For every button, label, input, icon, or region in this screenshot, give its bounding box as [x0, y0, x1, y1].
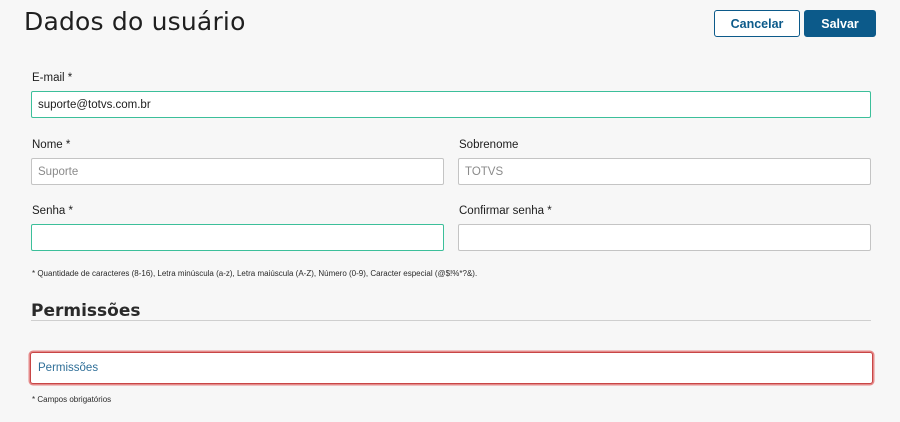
last-name-field[interactable]	[458, 158, 871, 185]
section-divider	[31, 320, 871, 321]
required-fields-note: * Campos obrigatórios	[32, 395, 112, 404]
permissions-field-label: Permissões	[38, 362, 99, 374]
save-button[interactable]: Salvar	[804, 10, 876, 37]
first-name-label: Nome *	[32, 139, 71, 151]
password-requirements-hint: * Quantidade de caracteres (8-16), Letra…	[32, 269, 478, 278]
confirm-password-label: Confirmar senha *	[459, 205, 552, 217]
first-name-field[interactable]	[31, 158, 444, 185]
password-field[interactable]	[31, 224, 444, 251]
last-name-label: Sobrenome	[459, 139, 519, 151]
user-data-page: Dados do usuário Cancelar Salvar E-mail …	[0, 0, 900, 422]
permissions-section-title: Permissões	[31, 301, 141, 321]
email-label: E-mail *	[32, 72, 73, 84]
confirm-password-field[interactable]	[458, 224, 871, 251]
permissions-field[interactable]: Permissões	[30, 352, 873, 384]
password-label: Senha *	[32, 205, 73, 217]
cancel-button[interactable]: Cancelar	[714, 10, 800, 37]
page-title: Dados do usuário	[24, 7, 246, 36]
email-field[interactable]	[31, 91, 871, 118]
